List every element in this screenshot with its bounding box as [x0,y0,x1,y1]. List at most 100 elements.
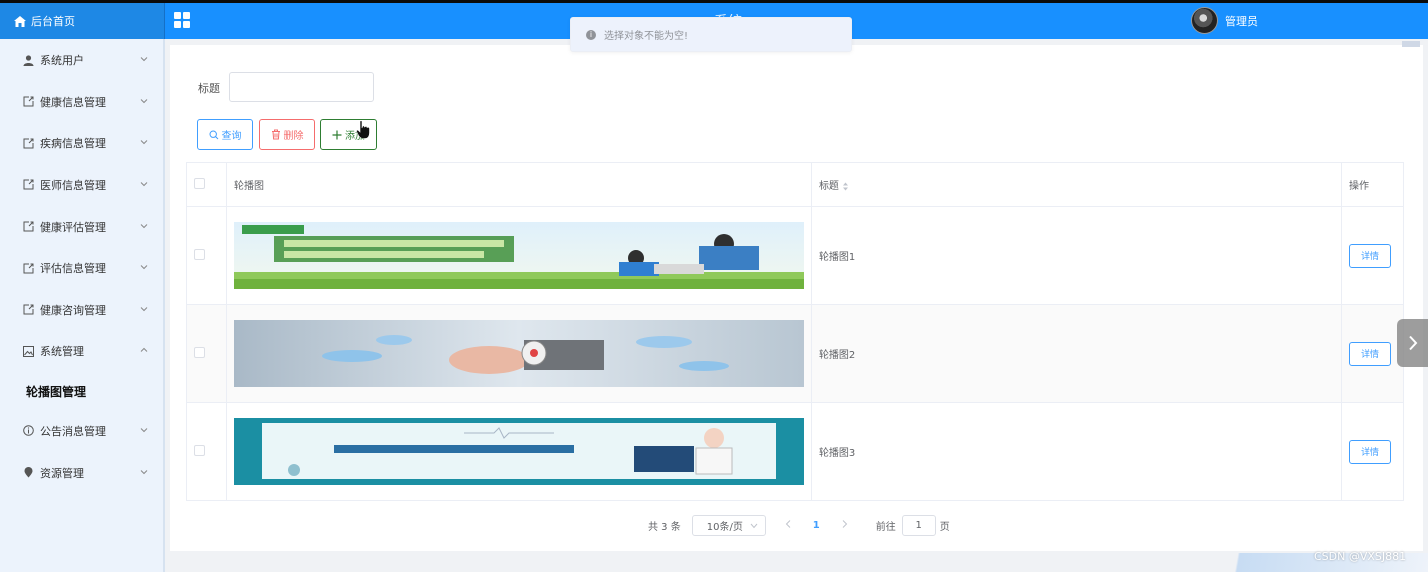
toast-text: 选择对象不能为空! [604,31,689,42]
row-select-cell [186,304,227,403]
page-unit-label: 页 [939,521,950,533]
row-checkbox[interactable] [194,248,205,260]
sort-icon[interactable] [842,182,849,191]
home-icon [14,15,26,27]
sidebar-item-doctor-info[interactable]: 医师信息管理 [0,164,163,206]
column-header-action: 操作 [1341,162,1404,207]
select-all-cell [186,162,227,207]
delete-button-label: 删除 [283,131,304,142]
share-icon [22,262,34,274]
sidebar-item-notice-manage[interactable]: 公告消息管理 [0,410,163,452]
column-header-title-label: 标题 [818,181,839,192]
sidebar: 系统用户 健康信息管理 疾病信息管理 医师信息管理 健康评估管理 评估信息管理 … [0,39,165,572]
sidebar-item-label: 系统用户 [40,54,84,67]
sidebar-item-label: 公告消息管理 [40,424,106,438]
share-icon [22,96,34,108]
info-icon: i [586,29,596,40]
sidebar-item-label: 健康咨询管理 [40,303,106,317]
sidebar-item-system-manage[interactable]: 系统管理 [0,331,163,373]
user-menu[interactable]: 管理员 [1191,7,1258,34]
chevron-down-icon [140,469,148,474]
user-icon [22,54,34,66]
next-arrow-button[interactable] [1397,319,1428,367]
sidebar-item-label: 轮播图管理 [26,384,87,399]
sidebar-item-label: 健康评估管理 [40,220,106,234]
table-row: 轮播图2 详情 [186,304,1404,403]
trash-icon [271,129,281,140]
table-row: 轮播图1 详情 [186,206,1404,305]
sidebar-item-users[interactable]: 系统用户 [0,39,163,81]
chevron-down-icon [140,265,148,270]
home-link[interactable]: 后台首页 [0,3,165,39]
carousel-image-3 [233,418,804,485]
carousel-table: 轮播图 标题 操作 轮播图1 详情 轮播图2 详情 轮播图3 详情 [186,162,1404,501]
chevron-right-icon [1408,335,1417,351]
pagination: 共 3 条 10条/页 1 前往 1 页 [648,514,950,536]
delete-button[interactable]: 删除 [259,119,315,150]
sidebar-item-health-assessment[interactable]: 健康评估管理 [0,206,163,248]
query-button[interactable]: 查询 [197,119,253,150]
chevron-down-icon [140,98,148,104]
row-title-cell: 轮播图3 [810,402,1343,501]
sidebar-item-label: 评估信息管理 [40,262,106,276]
row-checkbox[interactable] [194,346,205,358]
sidebar-item-disease-info[interactable]: 疾病信息管理 [0,123,163,165]
chevron-down-icon [140,223,148,228]
search-title-label: 标题 [198,82,220,95]
search-icon [208,129,219,140]
sidebar-item-assessment-info[interactable]: 评估信息管理 [0,247,163,289]
carousel-image-2 [233,320,804,387]
row-image-cell [225,304,812,403]
share-icon [22,304,34,316]
prev-page-button[interactable] [782,519,794,531]
row-image-cell [225,402,812,501]
detail-button[interactable]: 详情 [1349,243,1391,268]
row-select-cell [186,206,227,305]
chevron-down-icon [140,428,148,433]
page-number[interactable]: 1 [813,520,820,531]
chevron-down-icon [750,523,758,528]
row-action-cell: 详情 [1341,402,1404,501]
sidebar-item-resource-manage[interactable]: 资源管理 [0,452,163,494]
table-header-row: 轮播图 标题 操作 [186,162,1404,207]
search-title-input[interactable] [229,72,374,102]
row-title-cell: 轮播图1 [810,206,1343,305]
brand-label: 后台首页 [31,15,75,28]
user-name: 管理员 [1225,14,1258,28]
detail-button[interactable]: 详情 [1349,341,1391,366]
row-checkbox[interactable] [194,444,205,456]
next-page-button[interactable] [839,519,851,531]
share-icon [22,137,34,149]
sidebar-item-carousel-manage[interactable]: 轮播图管理 [0,372,163,410]
sidebar-item-health-info[interactable]: 健康信息管理 [0,81,163,123]
chevron-down-icon [140,182,148,187]
row-action-cell: 详情 [1341,304,1404,403]
picture-icon [22,345,34,357]
hand-cursor-icon [356,120,370,139]
sidebar-item-label: 健康信息管理 [40,95,106,109]
row-select-cell [186,402,227,501]
page-size-select[interactable]: 10条/页 [691,514,766,536]
info-icon [22,425,34,437]
watermark-text: CSDN @VXSJ881 [1314,550,1407,563]
page-size-value: 10条/页 [706,521,743,533]
row-title-cell: 轮播图2 [810,304,1343,403]
chevron-down-icon [140,140,148,145]
select-all-checkbox[interactable] [194,177,205,189]
sidebar-item-health-consult[interactable]: 健康咨询管理 [0,289,163,331]
chevron-down-icon [140,57,148,62]
sidebar-item-label: 医师信息管理 [40,178,106,192]
scroll-indicator[interactable] [1402,41,1420,47]
row-action-cell: 详情 [1341,206,1404,305]
column-header-title[interactable]: 标题 [810,162,1343,207]
table-row: 轮播图3 详情 [186,402,1404,501]
menu-toggle-icon[interactable] [174,12,190,28]
chevron-up-icon [140,348,148,353]
share-icon [22,179,34,191]
goto-page-input[interactable]: 1 [901,514,936,536]
toast-message: i 选择对象不能为空! [570,17,852,52]
plus-icon [332,130,342,140]
carousel-image-1 [233,222,804,289]
pagination-total: 共 3 条 [648,521,681,533]
detail-button[interactable]: 详情 [1349,439,1391,464]
